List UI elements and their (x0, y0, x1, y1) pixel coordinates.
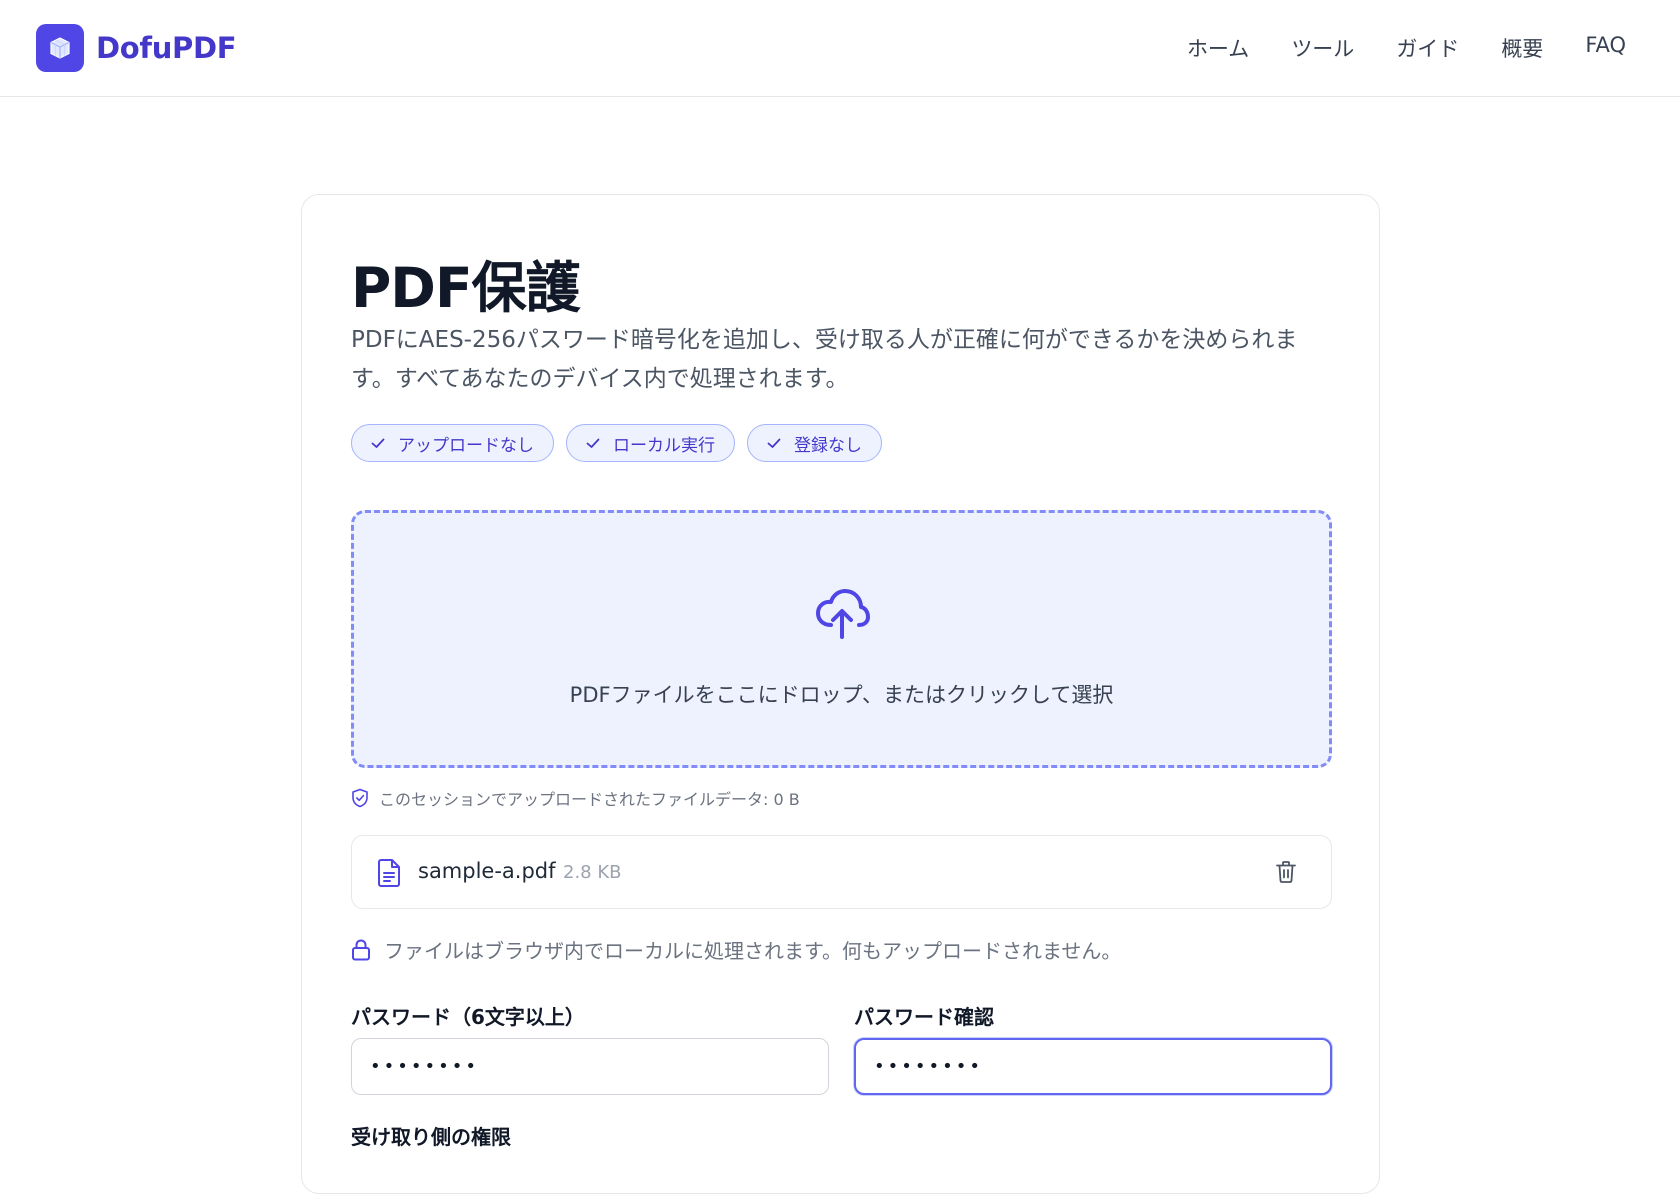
trash-icon[interactable] (1275, 860, 1297, 888)
permissions-heading: 受け取り側の権限 (351, 1125, 511, 1149)
feature-badges: アップロードなし ローカル実行 登録なし (351, 424, 894, 462)
badge-label: アップロードなし (398, 435, 534, 456)
check-icon (766, 435, 782, 451)
file-dropzone[interactable]: PDFファイルをここにドロップ、またはクリックして選択 (351, 510, 1332, 768)
lock-icon (351, 938, 371, 961)
page-subtitle: PDFにAES-256パスワード暗号化を追加し、受け取る人が正確に何ができるかを… (351, 327, 1298, 392)
brand[interactable]: DofuPDF (36, 24, 237, 72)
password-confirm-label: パスワード確認 (854, 1005, 994, 1029)
badge-no-upload: アップロードなし (351, 424, 554, 462)
nav-item-faq[interactable]: FAQ (1585, 33, 1626, 63)
nav-item-tools[interactable]: ツール (1291, 33, 1354, 63)
badge-no-signup: 登録なし (747, 424, 882, 462)
file-name: sample-a.pdf (418, 859, 556, 883)
session-note: このセッションでアップロードされたファイルデータ: 0 B (351, 786, 800, 810)
main-nav: ホーム ツール ガイド 概要 FAQ (1145, 33, 1626, 63)
password-field[interactable] (351, 1038, 829, 1095)
page-title: PDF保護 (351, 256, 581, 320)
file-text-icon (376, 858, 402, 892)
dropzone-text: PDFファイルをここにドロップ、またはクリックして選択 (569, 683, 1114, 707)
badge-label: ローカル実行 (613, 435, 715, 456)
top-navbar: DofuPDF ホーム ツール ガイド 概要 FAQ (0, 0, 1680, 97)
password-label: パスワード（6文字以上） (351, 1005, 585, 1029)
nav-item-guide[interactable]: ガイド (1396, 33, 1459, 63)
tool-card: PDF保護 PDFにAES-256パスワード暗号化を追加し、受け取る人が正確に何… (301, 194, 1380, 1194)
file-list-item: sample-a.pdf 2.8 KB (351, 835, 1332, 909)
file-size: 2.8 KB (563, 862, 622, 883)
check-icon (585, 435, 601, 451)
local-note-text: ファイルはブラウザ内でローカルに処理されます。何もアップロードされません。 (384, 939, 1122, 963)
cloud-upload-icon (814, 587, 870, 645)
check-icon (370, 435, 386, 451)
badge-local-execution: ローカル実行 (566, 424, 735, 462)
brand-name: DofuPDF (96, 31, 237, 65)
local-processing-note: ファイルはブラウザ内でローカルに処理されます。何もアップロードされません。 (351, 935, 1121, 964)
badge-label: 登録なし (794, 435, 862, 456)
cube-icon (36, 24, 84, 72)
password-confirm-field[interactable] (854, 1038, 1332, 1095)
session-note-text: このセッションでアップロードされたファイルデータ: 0 B (379, 790, 800, 809)
nav-item-home[interactable]: ホーム (1187, 33, 1249, 63)
nav-item-about[interactable]: 概要 (1501, 33, 1543, 63)
shield-check-icon (351, 788, 369, 808)
